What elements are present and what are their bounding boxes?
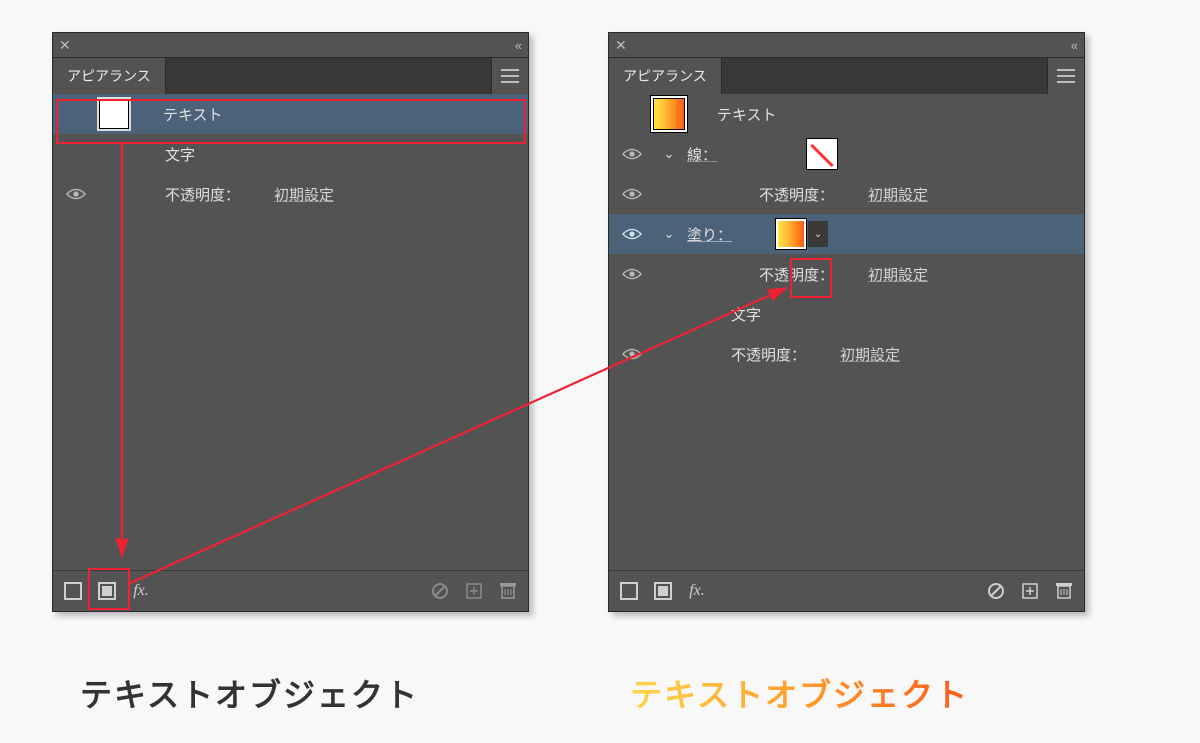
panel-menu-icon[interactable]	[1047, 58, 1084, 94]
clear-button[interactable]	[982, 577, 1010, 605]
visibility-toggle[interactable]	[609, 347, 655, 361]
text-swatch[interactable]	[97, 97, 131, 131]
row-label: 文字	[731, 304, 761, 325]
row-fill-opacity[interactable]: 不透明度： 初期設定	[609, 254, 1084, 294]
visibility-toggle[interactable]	[609, 227, 655, 241]
panel-footer: fx.	[53, 570, 528, 611]
tab-appearance[interactable]: アピアランス	[609, 58, 722, 94]
expand-toggle[interactable]: ⌄	[655, 226, 683, 242]
text-swatch[interactable]	[653, 98, 685, 130]
no-fill-stroke-button[interactable]	[615, 577, 643, 605]
clear-button[interactable]	[426, 577, 454, 605]
opacity-value[interactable]: 初期設定	[868, 264, 928, 285]
panel-footer: fx.	[609, 570, 1084, 611]
visibility-toggle[interactable]	[53, 187, 99, 201]
visibility-toggle[interactable]	[609, 187, 655, 201]
row-opacity[interactable]: 不透明度： 初期設定	[53, 174, 528, 214]
panel-menu-icon[interactable]	[491, 58, 528, 94]
row-label: 文字	[165, 144, 195, 165]
delete-button[interactable]	[494, 577, 522, 605]
opacity-value[interactable]: 初期設定	[840, 344, 900, 365]
row-opacity[interactable]: 不透明度： 初期設定	[609, 334, 1084, 374]
visibility-toggle[interactable]	[609, 147, 655, 161]
close-icon[interactable]: ✕	[59, 37, 71, 54]
appearance-panel-right: ✕ « アピアランス テキスト ⌄ 線： 不透明度	[608, 32, 1085, 612]
tab-strip: アピアランス	[609, 57, 1084, 94]
fx-button[interactable]: fx.	[683, 577, 711, 605]
add-new-fill-button[interactable]	[649, 577, 677, 605]
row-stroke-opacity[interactable]: 不透明度： 初期設定	[609, 174, 1084, 214]
panel-body: テキスト 文字 不透明度： 初期設定	[53, 94, 528, 572]
caption-left: テキストオブジェクト	[80, 670, 419, 716]
collapse-icon[interactable]: «	[515, 38, 522, 53]
tab-appearance[interactable]: アピアランス	[53, 58, 166, 94]
duplicate-button[interactable]	[1016, 577, 1044, 605]
panel-titlebar: ✕ «	[609, 33, 1084, 57]
delete-button[interactable]	[1050, 577, 1078, 605]
row-text[interactable]: テキスト	[609, 94, 1084, 134]
fill-swatch[interactable]	[776, 219, 806, 249]
add-new-fill-button[interactable]	[93, 577, 121, 605]
no-fill-stroke-button[interactable]	[59, 577, 87, 605]
visibility-toggle[interactable]	[609, 267, 655, 281]
fill-label: 塗り：	[687, 224, 732, 245]
row-stroke[interactable]: ⌄ 線：	[609, 134, 1084, 174]
expand-toggle[interactable]: ⌄	[655, 146, 683, 162]
row-label: テキスト	[163, 104, 223, 125]
appearance-panel-left: ✕ « アピアランス テキスト 文字 不透明度： 初期設定	[52, 32, 529, 612]
panel-titlebar: ✕ «	[53, 33, 528, 57]
opacity-label: 不透明度：	[731, 344, 806, 365]
opacity-value[interactable]: 初期設定	[274, 184, 334, 205]
fx-button[interactable]: fx.	[127, 577, 155, 605]
row-text[interactable]: テキスト	[53, 94, 528, 134]
row-fill[interactable]: ⌄ 塗り： ⌄	[609, 214, 1084, 254]
duplicate-button[interactable]	[460, 577, 488, 605]
fill-swatch-dropdown[interactable]: ⌄	[808, 221, 828, 247]
close-icon[interactable]: ✕	[615, 37, 627, 54]
opacity-value[interactable]: 初期設定	[868, 184, 928, 205]
opacity-label: 不透明度：	[165, 184, 240, 205]
row-label: テキスト	[717, 104, 777, 125]
stroke-swatch-none[interactable]	[807, 139, 837, 169]
opacity-label: 不透明度：	[759, 184, 834, 205]
row-characters[interactable]: 文字	[609, 294, 1084, 334]
row-characters[interactable]: 文字	[53, 134, 528, 174]
stroke-label: 線：	[687, 144, 717, 165]
tab-strip: アピアランス	[53, 57, 528, 94]
opacity-label: 不透明度：	[759, 264, 834, 285]
panel-body: テキスト ⌄ 線： 不透明度： 初期設定 ⌄ 塗り：	[609, 94, 1084, 572]
caption-right: テキストオブジェクト	[630, 670, 969, 716]
collapse-icon[interactable]: «	[1071, 38, 1078, 53]
